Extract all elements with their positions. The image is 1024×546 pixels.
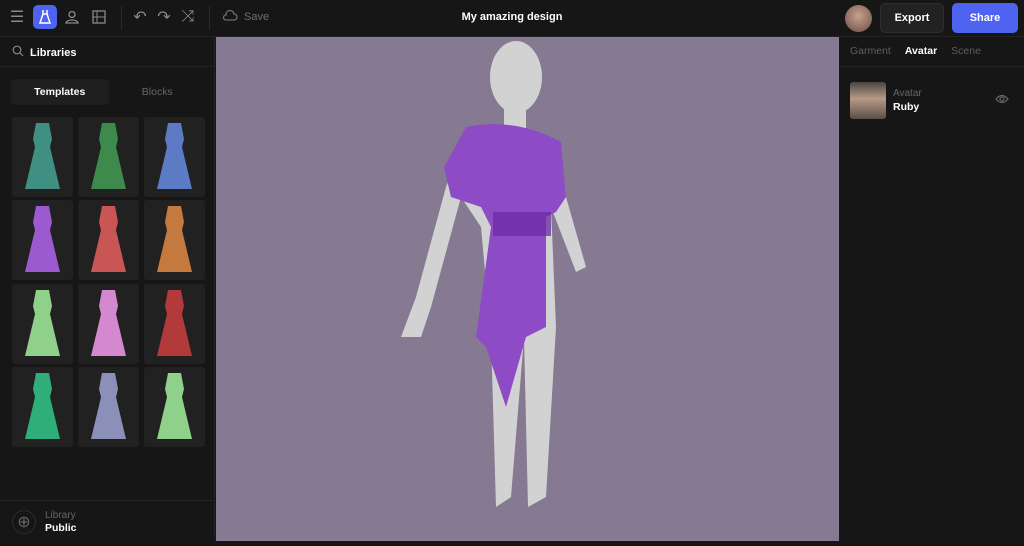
library-selector[interactable]: ⊕ Library Public — [0, 500, 215, 542]
dress-thumbnail — [25, 373, 60, 439]
template-tile[interactable] — [12, 284, 73, 364]
menu-icon[interactable]: ☰ — [5, 5, 29, 29]
template-tile[interactable] — [144, 117, 205, 197]
export-button[interactable]: Export — [880, 3, 944, 33]
dress-thumbnail — [157, 206, 192, 272]
template-tile[interactable] — [78, 117, 139, 197]
template-tile[interactable] — [78, 200, 139, 280]
dress-thumbnail — [91, 290, 126, 356]
avatar-name: Ruby — [893, 101, 920, 113]
shuffle-icon[interactable]: ⤨ — [176, 5, 200, 29]
dress-thumbnail — [25, 290, 60, 356]
tab-garment[interactable]: Garment — [850, 45, 891, 57]
template-tile[interactable] — [12, 200, 73, 280]
search-icon[interactable] — [12, 45, 24, 60]
dress-thumbnail — [25, 123, 60, 189]
user-avatar[interactable] — [845, 5, 872, 32]
avatar-mode-button[interactable] — [60, 5, 84, 29]
template-tile[interactable] — [12, 367, 73, 447]
dress-thumbnail — [157, 373, 192, 439]
dress-thumbnail — [91, 123, 126, 189]
top-bar: ☰ ↶ ↷ ⤨ Save My amazing design Export Sh… — [0, 0, 1024, 37]
3d-viewport[interactable] — [216, 37, 839, 541]
avatar-model — [401, 41, 586, 507]
tab-templates[interactable]: Templates — [11, 79, 109, 105]
globe-icon: ⊕ — [12, 510, 36, 534]
tab-blocks[interactable]: Blocks — [109, 79, 207, 105]
template-tile[interactable] — [78, 367, 139, 447]
avatar-thumbnail[interactable] — [850, 82, 886, 119]
pattern-mode-button[interactable] — [87, 5, 111, 29]
dress-thumbnail — [91, 373, 126, 439]
dress-thumbnail — [25, 206, 60, 272]
garment-mode-button[interactable] — [33, 5, 57, 29]
tab-avatar[interactable]: Avatar — [905, 45, 937, 57]
properties-panel: Garment Avatar Scene Avatar Ruby — [840, 37, 1024, 542]
eye-icon[interactable] — [995, 91, 1009, 109]
library-panel: Libraries Templates Blocks ⊕ Library Pub… — [0, 37, 215, 542]
undo-icon[interactable]: ↶ — [128, 5, 152, 29]
template-tile[interactable] — [12, 117, 73, 197]
dress-thumbnail — [91, 206, 126, 272]
template-tile[interactable] — [78, 284, 139, 364]
save-button[interactable]: Save — [222, 9, 269, 24]
template-tile[interactable] — [144, 200, 205, 280]
template-tile[interactable] — [144, 284, 205, 364]
libraries-label: Libraries — [30, 46, 77, 59]
template-tile[interactable] — [144, 367, 205, 447]
dress-thumbnail — [157, 123, 192, 189]
dress-thumbnail — [157, 290, 192, 356]
cloud-icon — [222, 9, 238, 24]
redo-icon[interactable]: ↷ — [152, 5, 176, 29]
share-button[interactable]: Share — [952, 3, 1018, 33]
tab-scene[interactable]: Scene — [951, 45, 981, 57]
